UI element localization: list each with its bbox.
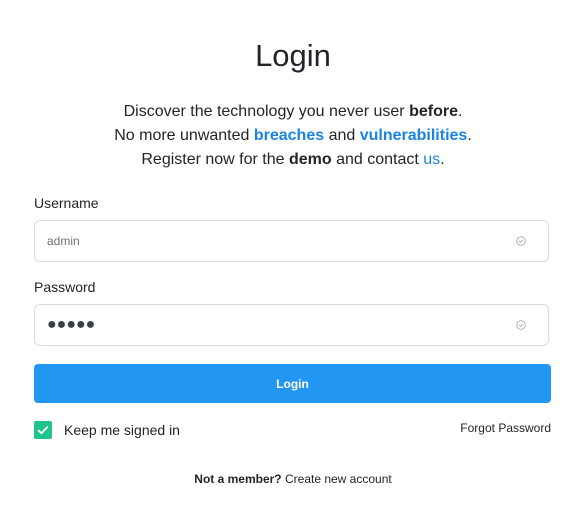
intro-line-3-text: Register now for the xyxy=(141,151,289,168)
forgot-password-link[interactable]: Forgot Password xyxy=(460,421,551,435)
password-field-box xyxy=(34,304,549,346)
intro-line-2-end: . xyxy=(467,127,472,144)
username-field-box xyxy=(34,220,549,262)
keep-signed-in[interactable]: Keep me signed in xyxy=(34,419,180,441)
intro-line-1-text: Discover the technology you never user xyxy=(123,103,410,120)
intro-line-2: No more unwanted breaches and vulnerabil… xyxy=(0,124,586,148)
check-circle-icon xyxy=(516,320,526,330)
intro-line-2-text: No more unwanted xyxy=(114,127,254,144)
keep-signed-in-label: Keep me signed in xyxy=(64,422,180,438)
intro-line-2-and: and xyxy=(324,127,360,144)
intro-line-1: Discover the technology you never user b… xyxy=(0,100,586,124)
contact-us-link[interactable]: us xyxy=(423,151,440,168)
check-circle-icon xyxy=(516,236,526,246)
keep-signed-in-checkbox[interactable] xyxy=(34,421,52,439)
intro-line-3-end: . xyxy=(440,151,445,168)
intro-text: Discover the technology you never user b… xyxy=(0,100,586,172)
intro-line-3: Register now for the demo and contact us… xyxy=(0,148,586,172)
intro-line-3-bold: demo xyxy=(288,151,332,168)
vulnerabilities-link[interactable]: vulnerabilities xyxy=(360,127,468,144)
intro-line-1-bold: before xyxy=(409,103,458,120)
checkmark-icon xyxy=(37,425,49,435)
username-input[interactable] xyxy=(35,221,517,261)
intro-line-3-mid: and contact xyxy=(331,151,424,168)
username-label: Username xyxy=(34,195,99,211)
create-account-link[interactable]: Create new account xyxy=(285,472,392,486)
intro-line-1-end: . xyxy=(457,103,463,120)
breaches-link[interactable]: breaches xyxy=(254,127,324,144)
signup-prompt: Not a member? Create new account xyxy=(0,472,586,486)
password-input[interactable] xyxy=(35,305,517,345)
login-button[interactable]: Login xyxy=(34,364,551,403)
password-label: Password xyxy=(34,279,96,295)
page-title: Login xyxy=(255,38,331,73)
not-member-text: Not a member? xyxy=(194,472,282,486)
